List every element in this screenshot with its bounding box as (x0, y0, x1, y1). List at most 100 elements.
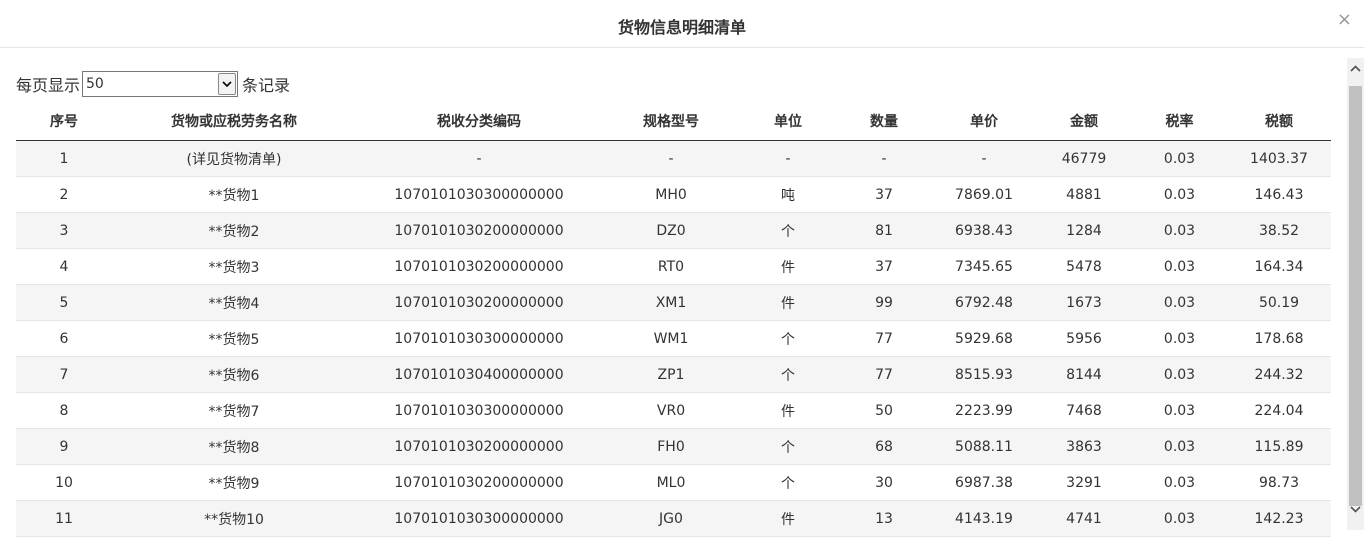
cell-unit: 吨 (740, 176, 836, 213)
cell-spec: VR0 (602, 392, 740, 429)
chevron-down-icon[interactable] (1347, 501, 1364, 518)
cell-unit: 件 (740, 500, 836, 537)
dialog-title: 货物信息明细清单 (617, 18, 746, 37)
cell-amount: 5478 (1036, 248, 1132, 285)
table-row[interactable]: 1 (详见货物清单) - - - - -46779 0.03 1403.37 (16, 140, 1331, 177)
cell-amount: 3291 (1036, 464, 1132, 501)
column-header-amount[interactable]: 金额 (1036, 102, 1132, 141)
column-header-spec[interactable]: 规格型号 (602, 102, 740, 141)
cell-tax-amount: 146.43 (1227, 176, 1331, 213)
vertical-scrollbar[interactable] (1347, 58, 1364, 530)
cell-name: **货物8 (112, 428, 356, 465)
column-header-tax-amount[interactable]: 税额 (1227, 102, 1331, 141)
cell-quantity: 68 (836, 428, 932, 465)
column-header-unit-price[interactable]: 单价 (932, 102, 1036, 141)
table-row[interactable]: 10 **货物9 1070101030200000000 ML0 个 30 6987.38 3… (16, 464, 1331, 501)
table-row[interactable]: 5 **货物4 1070101030200000000 XM1 件 99 6792.48 16… (16, 284, 1331, 321)
page-size-suffix: 条记录 (242, 76, 291, 95)
close-icon[interactable]: × (1337, 10, 1352, 30)
cell-quantity: 37 (836, 248, 932, 285)
cell-tax-rate: 0.03 (1132, 284, 1227, 321)
column-header-tax-code[interactable]: 税收分类编码 (356, 102, 602, 141)
column-header-unit[interactable]: 单位 (740, 102, 836, 141)
chevron-up-icon[interactable] (1347, 60, 1364, 77)
cell-index: 9 (16, 428, 112, 465)
cell-amount: 1284 (1036, 212, 1132, 249)
cell-name: (详见货物清单) (112, 140, 356, 177)
table-row[interactable]: 2 **货物1 1070101030300000000 MH0 吨 37 7869.01 48… (16, 176, 1331, 213)
cell-quantity: - (836, 140, 932, 177)
cell-quantity: 37 (836, 176, 932, 213)
cell-index: 3 (16, 212, 112, 249)
cell-unit: 个 (740, 320, 836, 357)
cell-spec: MH0 (602, 176, 740, 213)
cell-tax-code: 1070101030200000000 (356, 464, 602, 501)
cell-tax-code: 1070101030300000000 (356, 500, 602, 537)
cell-quantity: 81 (836, 212, 932, 249)
table-row[interactable]: 3 **货物2 1070101030200000000 DZ0 个 81 6938.43 12… (16, 212, 1331, 249)
scrollbar-thumb[interactable] (1349, 86, 1362, 506)
cell-unit-price: 5088.11 (932, 428, 1036, 465)
cell-tax-amount: 115.89 (1227, 428, 1331, 465)
cell-unit-price: 7869.01 (932, 176, 1036, 213)
chevron-down-icon[interactable] (218, 73, 237, 95)
cell-tax-rate: 0.03 (1132, 176, 1227, 213)
cell-name: **货物6 (112, 356, 356, 393)
cell-amount: 7468 (1036, 392, 1132, 429)
cell-unit-price: 5929.68 (932, 320, 1036, 357)
cell-tax-amount: 178.68 (1227, 320, 1331, 357)
column-header-name[interactable]: 货物或应税劳务名称 (112, 102, 356, 141)
table-row[interactable]: 6 **货物5 1070101030300000000 WM1 个 77 5929.68 59… (16, 320, 1331, 357)
cell-tax-code: 1070101030200000000 (356, 248, 602, 285)
cell-tax-rate: 0.03 (1132, 140, 1227, 177)
cell-spec: ZP1 (602, 356, 740, 393)
cell-quantity: 50 (836, 392, 932, 429)
cell-tax-amount: 142.23 (1227, 500, 1331, 537)
table-row[interactable]: 11 **货物10 1070101030300000000 JG0 件 13 4143.19… (16, 500, 1331, 537)
cell-name: **货物2 (112, 212, 356, 249)
column-header-quantity[interactable]: 数量 (836, 102, 932, 141)
cell-spec: - (602, 140, 740, 177)
cell-tax-rate: 0.03 (1132, 356, 1227, 393)
cell-name: **货物7 (112, 392, 356, 429)
dialog-header: 货物信息明细清单 × (0, 0, 1364, 48)
cell-tax-code: 1070101030200000000 (356, 284, 602, 321)
table-row[interactable]: 4 **货物3 1070101030200000000 RT0 件 37 7345.65 54… (16, 248, 1331, 285)
page-size-select[interactable]: 50 (82, 71, 239, 97)
cell-tax-amount: 98.73 (1227, 464, 1331, 501)
cell-spec: XM1 (602, 284, 740, 321)
cell-index: 7 (16, 356, 112, 393)
column-header-index[interactable]: 序号 (16, 102, 112, 141)
cell-tax-amount: 50.19 (1227, 284, 1331, 321)
cell-unit: 个 (740, 428, 836, 465)
page-size-value: 50 (86, 76, 104, 92)
cell-tax-rate: 0.03 (1132, 248, 1227, 285)
cell-tax-code: 1070101030300000000 (356, 320, 602, 357)
cell-tax-rate: 0.03 (1132, 500, 1227, 537)
cell-tax-rate: 0.03 (1132, 464, 1227, 501)
cell-quantity: 30 (836, 464, 932, 501)
table-row[interactable]: 8 **货物7 1070101030300000000 VR0 件 50 2223.99 74… (16, 392, 1331, 429)
cell-unit-price: 7345.65 (932, 248, 1036, 285)
cell-index: 5 (16, 284, 112, 321)
table-row[interactable]: 7 **货物6 1070101030400000000 ZP1 个 77 8515.93 81… (16, 356, 1331, 393)
cell-spec: WM1 (602, 320, 740, 357)
cell-unit-price: - (932, 140, 1036, 177)
cell-amount: 4741 (1036, 500, 1132, 537)
cell-unit-price: 6938.43 (932, 212, 1036, 249)
cell-amount: 1673 (1036, 284, 1132, 321)
cell-name: **货物5 (112, 320, 356, 357)
cell-spec: FH0 (602, 428, 740, 465)
cell-unit-price: 8515.93 (932, 356, 1036, 393)
cell-name: **货物3 (112, 248, 356, 285)
cell-quantity: 13 (836, 500, 932, 537)
goods-table: 序号 货物或应税劳务名称 税收分类编码 规格型号 单位 数量 单价 金额 税率 … (16, 102, 1331, 537)
cell-tax-amount: 224.04 (1227, 392, 1331, 429)
cell-tax-code: 1070101030300000000 (356, 392, 602, 429)
column-header-tax-rate[interactable]: 税率 (1132, 102, 1227, 141)
cell-index: 6 (16, 320, 112, 357)
cell-tax-rate: 0.03 (1132, 392, 1227, 429)
cell-spec: JG0 (602, 500, 740, 537)
table-row[interactable]: 9 **货物8 1070101030200000000 FH0 个 68 5088.11 38… (16, 428, 1331, 465)
cell-name: **货物4 (112, 284, 356, 321)
